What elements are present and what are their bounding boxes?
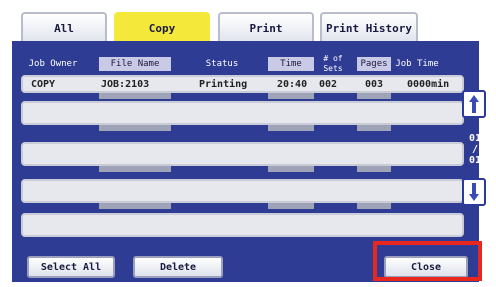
col-file-name[interactable]: File Name bbox=[99, 57, 171, 71]
job-row-empty[interactable] bbox=[21, 179, 464, 203]
arrow-up-icon bbox=[469, 95, 479, 113]
row-jobtime: 0000min bbox=[407, 79, 450, 90]
row-separator bbox=[268, 203, 314, 209]
tab-print-history-label: Print History bbox=[325, 21, 413, 35]
col-job-owner: Job Owner bbox=[28, 59, 78, 69]
job-row-empty[interactable] bbox=[21, 142, 464, 166]
col-time[interactable]: Time bbox=[268, 57, 314, 71]
col-status: Status bbox=[205, 59, 239, 69]
job-row-empty[interactable] bbox=[21, 101, 464, 125]
row-separator bbox=[99, 166, 171, 172]
row-pages: 003 bbox=[365, 79, 384, 90]
column-header: Job Owner File Name Status Time # of Set… bbox=[7, 53, 489, 75]
tab-copy[interactable]: Copy bbox=[114, 12, 210, 42]
row-time: 20:40 bbox=[277, 79, 308, 90]
row-separator bbox=[357, 166, 391, 172]
row-sets: 002 bbox=[319, 79, 338, 90]
row-separator bbox=[268, 166, 314, 172]
page-current: 01 bbox=[468, 133, 482, 144]
tab-all-label: All bbox=[54, 21, 74, 35]
tab-print-history[interactable]: Print History bbox=[320, 12, 418, 42]
page-separator: / bbox=[471, 144, 479, 155]
col-sets: # of Sets bbox=[323, 54, 343, 73]
row-separator bbox=[357, 203, 391, 209]
col-job-time: Job Time bbox=[395, 59, 439, 69]
close-highlight-callout bbox=[373, 241, 482, 281]
scroll-up-button[interactable] bbox=[462, 90, 486, 118]
col-pages[interactable]: Pages bbox=[357, 57, 391, 71]
job-row[interactable]: COPY JOB:2103 Printing 20:40 002 003 000… bbox=[21, 75, 464, 93]
row-separator bbox=[268, 93, 314, 99]
row-status: Printing bbox=[199, 79, 248, 90]
row-separator bbox=[99, 125, 171, 131]
delete-label: Delete bbox=[159, 261, 197, 273]
row-separator bbox=[357, 93, 391, 99]
tab-print[interactable]: Print bbox=[218, 12, 314, 42]
job-status-screen: All Copy Print Print History Job Owner F… bbox=[7, 4, 489, 282]
tab-all[interactable]: All bbox=[21, 12, 107, 42]
row-owner: COPY bbox=[31, 79, 56, 90]
delete-button[interactable]: Delete bbox=[133, 256, 223, 278]
scroll-down-button[interactable] bbox=[462, 178, 486, 206]
arrow-down-icon bbox=[469, 183, 479, 201]
tab-copy-label: Copy bbox=[148, 21, 176, 35]
tab-print-label: Print bbox=[249, 21, 283, 35]
row-separator bbox=[99, 93, 171, 99]
row-file: JOB:2103 bbox=[101, 79, 150, 90]
row-separator bbox=[268, 125, 314, 131]
page-total: 01 bbox=[468, 155, 482, 166]
job-row-empty[interactable] bbox=[21, 213, 464, 237]
select-all-button[interactable]: Select All bbox=[27, 256, 115, 278]
select-all-label: Select All bbox=[40, 261, 102, 273]
row-separator bbox=[99, 203, 171, 209]
row-separator bbox=[357, 125, 391, 131]
page-indicator: 01 / 01 bbox=[464, 133, 486, 166]
